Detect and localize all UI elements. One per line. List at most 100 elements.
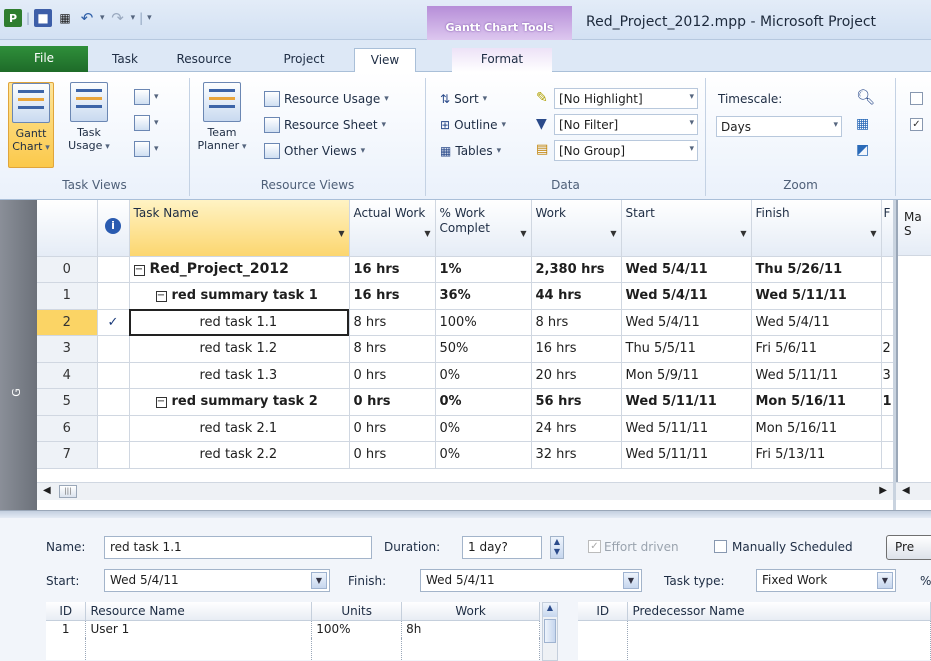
table-row[interactable]: 6 red task 2.1 0 hrs 0% 24 hrs Wed 5/11/11 Mon… [37,415,893,442]
predecessors-cell[interactable] [881,309,893,336]
column-header-resource-name[interactable]: Resource Name [85,602,313,621]
pane-divider[interactable] [0,510,931,518]
start-cell[interactable]: Thu 5/5/11 [621,335,752,363]
actual-work-cell[interactable]: 8 hrs [349,309,436,336]
table-row[interactable]: 0− Red_Project_2012 16 hrs 1% 2,380 hrs Wed 5… [37,256,893,283]
group-select[interactable]: [No Group] ▾ [554,140,698,161]
actual-work-cell[interactable]: 0 hrs [349,388,436,416]
work-cell[interactable]: 8 hrs [531,309,622,336]
save-icon[interactable]: ■ [34,9,53,27]
task-name-cell[interactable]: red task 2.2 [129,441,350,469]
gantt-chart-area[interactable]: Ma S [896,200,931,482]
resources-scrollbar[interactable]: ▲ [542,602,558,661]
scroll-left-icon[interactable]: ◀ [43,485,51,496]
finish-cell[interactable]: Fri 5/13/11 [751,441,882,469]
predecessors-cell[interactable]: 3 [881,362,893,389]
redo-icon[interactable]: ↷ [109,9,127,27]
resource-usage-button[interactable]: Resource Usage ▾ [264,88,389,110]
table-row[interactable]: 4 red task 1.3 0 hrs 0% 20 hrs Mon 5/9/11 Wed … [37,362,893,389]
start-cell[interactable]: Wed 5/11/11 [621,388,752,416]
indicators-header[interactable]: i [97,200,130,257]
row-id[interactable]: 6 [37,415,98,442]
predecessors-cell[interactable] [881,415,893,442]
outline-button[interactable]: ⊞ Outline ▾ [440,114,506,136]
task-name-cell[interactable]: − red summary task 1 [129,282,350,310]
work-cell[interactable]: 44 hrs [531,282,622,310]
row-id[interactable]: 2 [37,309,98,336]
percent-work-complete-cell[interactable]: 0% [435,441,532,469]
column-header-work[interactable]: Work [401,602,540,621]
start-cell[interactable]: Wed 5/4/11 [621,256,752,283]
work-cell[interactable]: 20 hrs [531,362,622,389]
project-icon[interactable]: P [4,9,22,27]
customize-toolbar-icon[interactable]: ▾ [147,13,152,23]
grid-horizontal-scrollbar[interactable]: ◀ ||| ▶ [37,482,893,500]
column-header-actual-work[interactable]: Actual Work ▼ [349,200,436,257]
predecessors-cell[interactable] [881,256,893,283]
chevron-down-icon[interactable]: ▼ [877,572,893,589]
column-header-predecessor-name[interactable]: Predecessor Name [627,602,931,621]
zoom-icon[interactable]: 🔍︎ [856,88,875,106]
start-field[interactable]: Wed 5/4/11 ▼ [104,569,330,592]
table-row[interactable]: 1 User 1 100% 8h [46,620,540,638]
start-cell[interactable]: Wed 5/4/11 [621,282,752,310]
start-cell[interactable]: Mon 5/9/11 [621,362,752,389]
finish-cell[interactable]: Mon 5/16/11 [751,415,882,442]
row-id[interactable]: 0 [37,256,98,283]
task-usage-button[interactable]: Task Usage ▾ [66,82,112,154]
details-checkbox[interactable]: ✓ [910,118,923,131]
row-id[interactable]: 3 [37,335,98,363]
tab-resource[interactable]: Resource [166,48,242,72]
tab-task[interactable]: Task [100,48,150,72]
tables-button[interactable]: ▦ Tables ▾ [440,140,501,162]
actual-work-cell[interactable]: 16 hrs [349,256,436,283]
undo-dropdown-icon[interactable]: ▾ [100,13,105,23]
duration-stepper[interactable]: ▲ ▼ [550,536,564,559]
start-cell[interactable]: Wed 5/11/11 [621,415,752,442]
predecessors-cell[interactable]: 2 [881,335,893,363]
percent-work-complete-cell[interactable]: 0% [435,415,532,442]
tab-project[interactable]: Project [268,48,340,72]
column-header-id[interactable]: ID [578,602,629,621]
work-cell[interactable]: 32 hrs [531,441,622,469]
other-task-views-button[interactable]: ▾ [134,138,159,160]
task-name-cell[interactable]: red task 2.1 [129,415,350,442]
task-name-cell[interactable]: red task 1.3 [129,362,350,389]
chevron-down-icon[interactable]: ▼ [610,226,616,241]
actual-work-cell[interactable]: 0 hrs [349,441,436,469]
other-views-button[interactable]: Other Views ▾ [264,140,365,162]
undo-icon[interactable]: ↶ [78,9,96,27]
task-type-select[interactable]: Fixed Work ▼ [756,569,896,592]
column-header-finish[interactable]: Finish ▼ [751,200,882,257]
table-row[interactable]: 5− red summary task 20 hrs 0% 56 hrs Wed 5/1… [37,388,893,416]
select-all-header[interactable] [37,200,98,257]
scroll-right-icon[interactable]: ▶ [879,485,887,496]
percent-work-complete-cell[interactable]: 50% [435,335,532,363]
chevron-down-icon[interactable]: ▼ [311,572,327,589]
name-field[interactable]: red task 1.1 [104,536,372,559]
chevron-down-icon[interactable]: ▼ [740,226,746,241]
table-row[interactable]: 3 red task 1.2 8 hrs 50% 16 hrs Thu 5/5/11 Fri… [37,335,893,363]
collapse-icon[interactable]: − [133,265,145,277]
resource-units[interactable]: 100% [311,620,403,638]
network-diagram-button[interactable]: ▾ [134,86,159,108]
percent-work-complete-cell[interactable]: 36% [435,282,532,310]
column-header-units[interactable]: Units [311,602,403,621]
finish-cell[interactable]: Thu 5/26/11 [751,256,882,283]
column-header-task-name[interactable]: Task Name ▼ [129,200,350,257]
actual-work-cell[interactable]: 8 hrs [349,335,436,363]
actual-work-cell[interactable]: 0 hrs [349,415,436,442]
calendar-button[interactable]: ▾ [134,112,159,134]
print-preview-icon[interactable]: ▦ [56,9,74,27]
work-cell[interactable]: 56 hrs [531,388,622,416]
column-header-percent-work-complete[interactable]: % Work Complet ▼ [435,200,532,257]
finish-field[interactable]: Wed 5/4/11 ▼ [420,569,642,592]
chevron-down-icon[interactable]: ▼ [424,226,430,241]
predecessors-cell[interactable] [881,282,893,310]
column-header-id[interactable]: ID [46,602,87,621]
percent-work-complete-cell[interactable]: 100% [435,309,532,336]
actual-work-cell[interactable]: 16 hrs [349,282,436,310]
finish-cell[interactable]: Wed 5/4/11 [751,309,882,336]
percent-work-complete-cell[interactable]: 0% [435,388,532,416]
tab-format[interactable]: Format [452,48,552,72]
